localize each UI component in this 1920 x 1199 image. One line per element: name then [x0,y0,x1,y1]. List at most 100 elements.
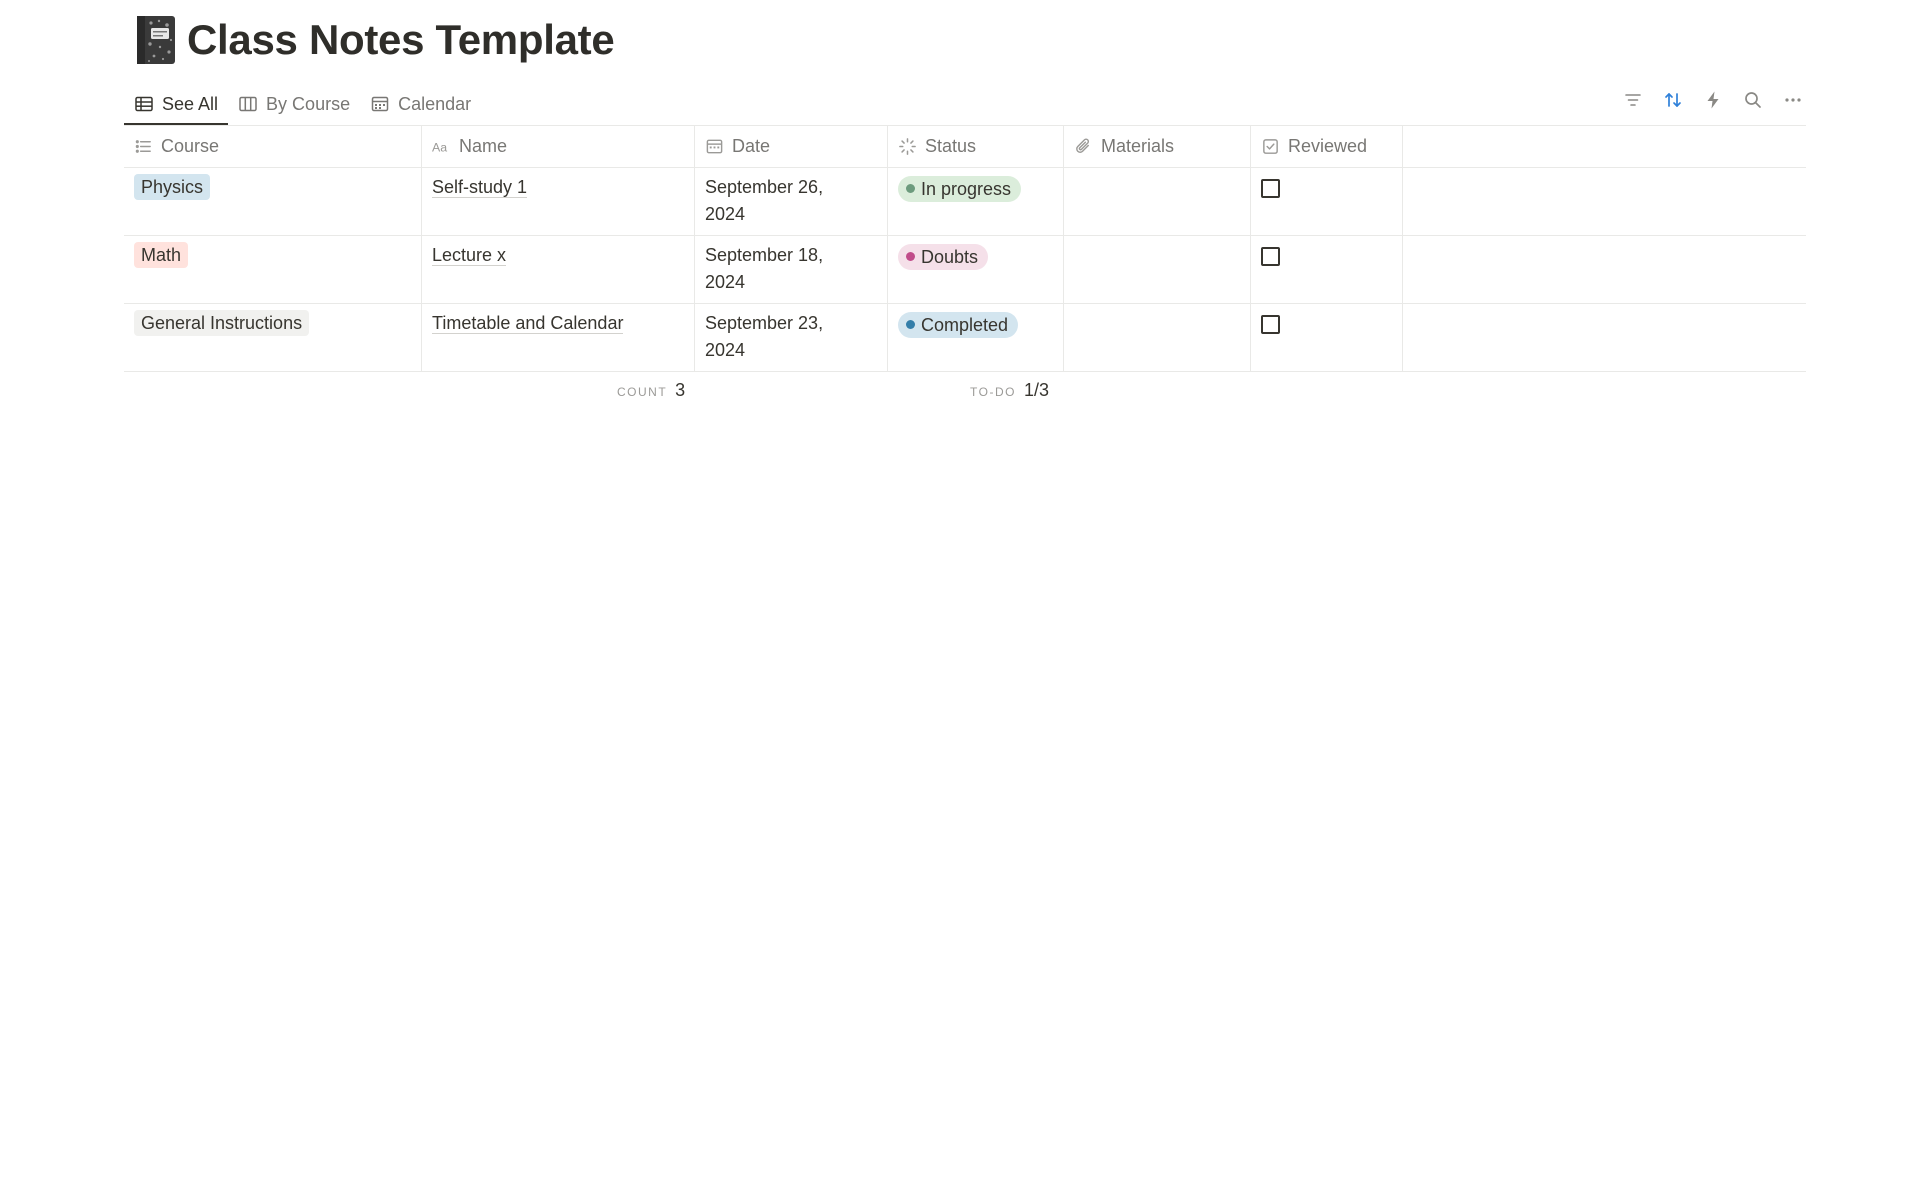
search-icon [1745,92,1761,108]
column-label: Date [732,136,771,156]
materials-cell[interactable] [1064,304,1251,371]
table-row[interactable]: Physics Self-study 1 September 26, 2024 … [124,168,1806,236]
page-header: Class Notes Template [133,10,615,70]
date-line: 2024 [705,272,746,292]
status-label: Doubts [921,246,979,267]
view-toolbar [1622,84,1804,116]
todo-calculation[interactable]: TO-DO 1/3 [970,380,1049,401]
page-name-link[interactable]: Timetable and Calendar [432,313,624,334]
row-spacer [1403,168,1806,235]
column-label: Name [459,136,508,156]
count-label: COUNT [617,385,668,399]
table-calculations: COUNT 3 TO-DO 1/3 [0,380,1920,410]
count-calculation[interactable]: COUNT 3 [617,380,685,401]
reviewed-checkbox[interactable] [1261,315,1280,334]
filter-button[interactable] [1622,89,1644,111]
status-badge: Doubts [898,243,989,270]
todo-value: 1/3 [1023,380,1049,400]
course-cell[interactable]: Physics [124,168,422,235]
status-cell[interactable]: In progress [888,168,1064,235]
svg-text:Aa: Aa [432,140,447,154]
course-tag: Physics [134,174,211,200]
count-value: 3 [675,380,686,400]
course-cell[interactable]: General Instructions [124,304,422,371]
sort-icon [1665,93,1681,107]
tab-label: By Course [266,93,351,114]
calendar-icon [706,139,723,154]
row-spacer [1403,236,1806,303]
date-cell[interactable]: September 23, 2024 [695,304,888,371]
calendar-icon [371,96,389,112]
status-spinner-icon [899,138,916,155]
status-dot [906,252,915,261]
checkbox-icon [1263,139,1278,154]
column-header-name[interactable]: Aa Name [422,126,695,167]
column-header-reviewed[interactable]: Reviewed [1251,126,1403,167]
date-line: September 18, [705,245,824,265]
date-cell[interactable]: September 18, 2024 [695,236,888,303]
automation-button[interactable] [1702,89,1724,111]
page: Class Notes Template See All By Course C… [0,0,1920,1199]
table-header: Course Aa Name Date Status Materials Rev… [124,125,1806,168]
view-tabs: See All By Course Calendar [124,82,481,126]
table-row[interactable]: General Instructions Timetable and Calen… [124,304,1806,372]
list-icon [135,140,151,153]
date-line: September 23, [705,313,824,333]
materials-cell[interactable] [1064,168,1251,235]
text-aa-icon: Aa [432,140,447,154]
more-icon [1785,98,1801,102]
table-row[interactable]: Math Lecture x September 18, 2024 Doubts [124,236,1806,304]
name-cell[interactable]: Lecture x [422,236,695,303]
column-header-date[interactable]: Date [695,126,888,167]
date-line: September 26, [705,177,824,197]
course-tag: Math [134,242,189,268]
table-icon [135,96,153,112]
board-columns-icon [239,96,257,112]
page-name-link[interactable]: Self-study 1 [432,177,528,198]
status-cell[interactable]: Completed [888,304,1064,371]
course-tag: General Instructions [134,310,310,336]
column-label: Course [161,136,220,156]
tab-see-all[interactable]: See All [124,82,229,126]
date-line: 2024 [705,204,746,224]
row-spacer [1403,304,1806,371]
more-options-button[interactable] [1782,89,1804,111]
status-badge: Completed [898,311,1019,338]
filter-icon [1625,94,1641,106]
search-button[interactable] [1742,89,1764,111]
column-label: Status [925,136,977,156]
reviewed-cell [1251,236,1403,303]
todo-label: TO-DO [970,385,1016,399]
name-cell[interactable]: Self-study 1 [422,168,695,235]
status-cell[interactable]: Doubts [888,236,1064,303]
reviewed-checkbox[interactable] [1261,179,1280,198]
paperclip-icon [1076,138,1089,153]
tab-by-course[interactable]: By Course [228,82,360,126]
date-line: 2024 [705,340,746,360]
tab-label: See All [162,93,219,114]
status-label: Completed [921,314,1009,335]
column-header-materials[interactable]: Materials [1064,126,1251,167]
tab-calendar[interactable]: Calendar [360,82,481,126]
reviewed-cell [1251,304,1403,371]
column-header-spacer [1403,126,1806,167]
reviewed-checkbox[interactable] [1261,247,1280,266]
column-header-course[interactable]: Course [124,126,422,167]
database-table: Course Aa Name Date Status Materials Rev… [124,125,1806,372]
sort-button[interactable] [1662,89,1684,111]
lightning-icon [1707,91,1719,109]
tab-label: Calendar [398,93,472,114]
date-cell[interactable]: September 26, 2024 [695,168,888,235]
materials-cell[interactable] [1064,236,1251,303]
status-label: In progress [921,178,1012,199]
page-title: Class Notes Template [187,16,615,63]
reviewed-cell [1251,168,1403,235]
course-cell[interactable]: Math [124,236,422,303]
page-name-link[interactable]: Lecture x [432,245,507,266]
column-label: Reviewed [1288,136,1368,156]
status-dot [906,320,915,329]
status-badge: In progress [898,175,1022,202]
composition-notebook-icon[interactable] [133,14,177,66]
name-cell[interactable]: Timetable and Calendar [422,304,695,371]
column-header-status[interactable]: Status [888,126,1064,167]
